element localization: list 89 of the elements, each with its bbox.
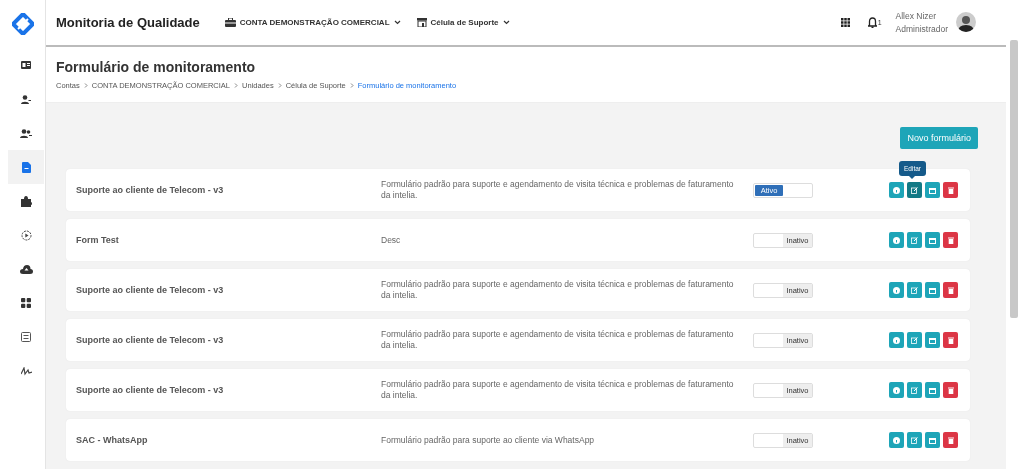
user-name: Allex Nizer bbox=[895, 10, 938, 21]
avatar[interactable] bbox=[956, 12, 976, 33]
edit-button[interactable] bbox=[907, 382, 922, 398]
list-icon bbox=[21, 332, 31, 342]
document-icon bbox=[21, 161, 31, 173]
calendar-button[interactable] bbox=[925, 382, 940, 398]
edit-button[interactable] bbox=[907, 182, 922, 198]
delete-button[interactable] bbox=[943, 332, 958, 348]
play-circle-icon bbox=[20, 229, 32, 241]
trash-icon bbox=[947, 186, 954, 194]
trash-icon bbox=[947, 436, 954, 444]
calendar-icon bbox=[929, 286, 936, 294]
scrollbar[interactable] bbox=[1010, 40, 1018, 318]
info-button[interactable] bbox=[889, 332, 904, 348]
users-icon bbox=[20, 128, 32, 138]
trash-icon bbox=[947, 386, 954, 394]
calendar-icon bbox=[929, 236, 936, 244]
form-name: Suporte ao cliente de Telecom - v3 bbox=[76, 335, 225, 345]
id-card-icon bbox=[21, 61, 31, 69]
trash-icon bbox=[947, 336, 954, 344]
chevron-icon bbox=[83, 82, 88, 88]
form-description: Formulário padrão para suporte e agendamento de visita técnica e problemas de faturamento da intelia. bbox=[381, 279, 735, 301]
chevron-icon bbox=[349, 82, 354, 88]
edit-button[interactable] bbox=[907, 332, 922, 348]
chevron-icon bbox=[277, 82, 282, 88]
chevron-icon bbox=[234, 82, 238, 88]
account-dropdown[interactable]: CONTA DEMONSTRAÇÃO COMERCIAL bbox=[224, 17, 401, 27]
briefcase-icon bbox=[224, 17, 236, 27]
delete-button[interactable] bbox=[943, 232, 958, 248]
signature-icon bbox=[20, 366, 32, 376]
delete-button[interactable] bbox=[943, 282, 958, 298]
form-name: Suporte ao cliente de Telecom - v3 bbox=[76, 385, 225, 395]
info-button[interactable] bbox=[889, 182, 904, 198]
info-button[interactable] bbox=[889, 432, 904, 448]
cloud-upload-icon bbox=[19, 264, 33, 274]
page-title: Formulário de monitoramento bbox=[56, 58, 257, 75]
trash-icon bbox=[947, 236, 954, 244]
edit-icon bbox=[911, 236, 918, 244]
edit-button[interactable] bbox=[907, 282, 922, 298]
delete-button[interactable] bbox=[943, 432, 958, 448]
edit-icon bbox=[911, 436, 918, 444]
trash-icon bbox=[947, 286, 954, 294]
calendar-button[interactable] bbox=[925, 432, 940, 448]
edit-button[interactable] bbox=[907, 432, 922, 448]
grid-icon bbox=[21, 298, 31, 308]
edit-icon bbox=[911, 336, 918, 344]
calendar-icon bbox=[929, 336, 936, 344]
calendar-button[interactable] bbox=[925, 332, 940, 348]
delete-button[interactable] bbox=[943, 182, 958, 198]
apps-grid-icon[interactable] bbox=[840, 17, 850, 27]
edit-button[interactable] bbox=[907, 232, 922, 248]
info-button[interactable] bbox=[889, 382, 904, 398]
caret-icon bbox=[393, 19, 401, 25]
calendar-button[interactable] bbox=[925, 232, 940, 248]
form-name: Form Test bbox=[76, 235, 120, 245]
form-description: Formulário padrão para suporte ao cliente via WhatsApp bbox=[381, 434, 596, 446]
info-icon bbox=[893, 336, 900, 344]
form-description: Formulário padrão para suporte e agendamento de visita técnica e problemas de faturamento da intelia. bbox=[381, 329, 735, 351]
edit-icon bbox=[911, 386, 918, 394]
edit-icon bbox=[911, 186, 918, 194]
form-description: Formulário padrão para suporte e agendamento de visita técnica e problemas de faturamento da intelia. bbox=[381, 379, 735, 401]
info-icon bbox=[893, 236, 900, 244]
form-name: Suporte ao cliente de Telecom - v3 bbox=[76, 185, 225, 195]
user-role: Administrador bbox=[895, 23, 948, 34]
form-name: SAC - WhatsApp bbox=[76, 435, 149, 445]
calendar-icon bbox=[929, 186, 936, 194]
calendar-icon bbox=[929, 436, 936, 444]
unit-dropdown[interactable]: Célula de Suporte bbox=[416, 17, 510, 27]
store-icon bbox=[416, 17, 427, 27]
logo-icon[interactable] bbox=[11, 13, 34, 35]
info-icon bbox=[893, 386, 900, 394]
info-button[interactable] bbox=[889, 232, 904, 248]
info-icon bbox=[893, 186, 900, 194]
edit-icon bbox=[911, 286, 918, 294]
delete-button[interactable] bbox=[943, 382, 958, 398]
form-name: Suporte ao cliente de Telecom - v3 bbox=[76, 285, 225, 295]
user-icon bbox=[21, 94, 31, 104]
puzzle-icon bbox=[20, 195, 32, 207]
bell-icon[interactable] bbox=[867, 16, 877, 28]
info-button[interactable] bbox=[889, 282, 904, 298]
info-icon bbox=[893, 436, 900, 444]
calendar-button[interactable] bbox=[925, 182, 940, 198]
info-icon bbox=[893, 286, 900, 294]
calendar-icon bbox=[929, 386, 936, 394]
caret-icon bbox=[502, 19, 510, 25]
calendar-button[interactable] bbox=[925, 282, 940, 298]
form-description: Formulário padrão para suporte e agendamento de visita técnica e problemas de faturamento da intelia. bbox=[381, 179, 735, 201]
app-title: Monitoria de Qualidade bbox=[56, 14, 200, 30]
form-description: Desc bbox=[381, 234, 402, 246]
